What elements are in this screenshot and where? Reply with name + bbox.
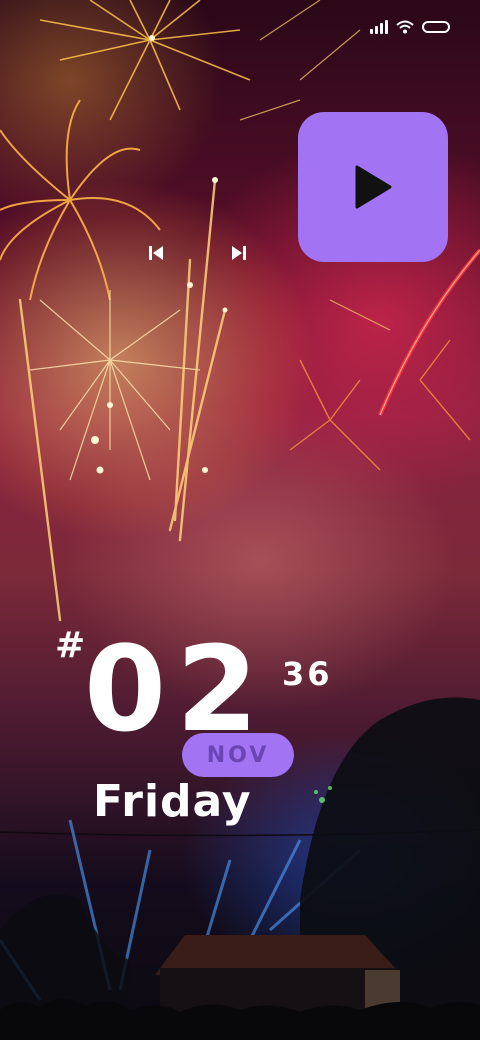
clock-hour: 02: [84, 620, 269, 758]
play-icon: [355, 165, 392, 209]
month-badge: NOV: [182, 733, 294, 777]
clock-prefix: #: [55, 625, 86, 666]
previous-track-button[interactable]: [145, 243, 167, 263]
clock-minute: 36: [282, 655, 333, 693]
play-button[interactable]: [298, 112, 448, 262]
wifi-icon: [396, 20, 414, 34]
signal-icon: [370, 20, 388, 34]
status-bar: [370, 16, 450, 38]
next-track-button[interactable]: [228, 243, 250, 263]
weekday-label: Friday: [93, 776, 252, 827]
month-label: NOV: [206, 742, 270, 768]
skip-next-icon: [232, 246, 246, 260]
battery-icon: [422, 21, 450, 33]
skip-previous-icon: [149, 246, 163, 260]
